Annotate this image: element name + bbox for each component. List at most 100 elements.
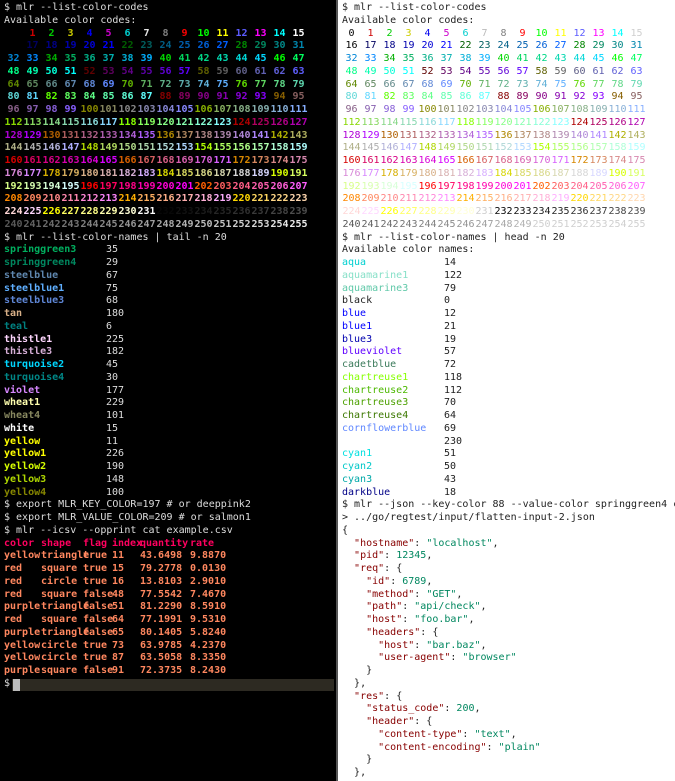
color-name-row: cadetblue 72 xyxy=(342,359,675,372)
input-line-highlight[interactable] xyxy=(12,678,334,691)
color-code-93: 93 xyxy=(254,91,267,103)
table-cell: square xyxy=(41,614,78,625)
table-cell: 91 xyxy=(112,665,125,676)
color-code-113: 113 xyxy=(23,116,42,128)
json-output: { "hostname": "localhost", "pid": 12345,… xyxy=(342,525,675,780)
color-code-43: 43 xyxy=(554,53,567,64)
color-code-237: 237 xyxy=(251,206,270,217)
color-code-38: 38 xyxy=(459,53,472,64)
color-code-194: 194 xyxy=(42,180,61,192)
color-code-192: 192 xyxy=(342,180,361,192)
color-code-28: 28 xyxy=(235,40,248,52)
color-code-226: 226 xyxy=(380,206,399,217)
color-name: chartreuse1 xyxy=(342,371,409,383)
left-terminal-pane[interactable]: $ mlr --list-color-codes Available color… xyxy=(0,0,338,781)
color-code-191: 191 xyxy=(289,167,308,179)
color-code-23: 23 xyxy=(140,40,153,52)
color-code-119: 119 xyxy=(137,116,156,128)
color-code-233: 233 xyxy=(175,206,194,217)
color-name-row: yellow2 190 xyxy=(4,461,338,474)
json-value: "plain" xyxy=(498,741,541,753)
color-code-83: 83 xyxy=(64,91,77,103)
color-code-33: 33 xyxy=(26,53,39,64)
json-line: "hostname": "localhost", xyxy=(354,537,499,549)
color-code-grid: 0 1 2 3 4 5 6 7 8 9 10 11 12 13 14 15 16 17 18 19 20 21 22 23 24… xyxy=(4,28,338,232)
color-code-16: 16 xyxy=(7,40,20,52)
color-code-209: 209 xyxy=(361,193,380,205)
table-cell: 77.5542 xyxy=(140,588,183,600)
color-code-42: 42 xyxy=(535,53,548,64)
color-code-211: 211 xyxy=(399,193,418,205)
color-code-value: 6 xyxy=(106,320,113,332)
color-code-39: 39 xyxy=(140,53,153,64)
color-code-13: 13 xyxy=(592,27,605,39)
color-code-32: 32 xyxy=(345,53,358,64)
color-code-159: 159 xyxy=(289,142,308,154)
color-name: cyan2 xyxy=(342,461,373,472)
color-code-247: 247 xyxy=(475,218,494,230)
color-code-153: 153 xyxy=(175,142,194,154)
table-cell: 4.2370 xyxy=(190,639,227,651)
color-code-value: 190 xyxy=(106,461,125,472)
color-code-96: 96 xyxy=(7,104,20,115)
table-cell: 64 xyxy=(112,614,125,625)
color-name-row: yellow1 226 xyxy=(4,448,338,461)
color-code-91: 91 xyxy=(216,91,229,103)
color-code-101: 101 xyxy=(99,104,118,115)
color-code-55: 55 xyxy=(140,65,153,77)
color-name-row: thistle1 225 xyxy=(4,334,338,347)
color-code-227: 227 xyxy=(61,206,80,217)
color-code-215: 215 xyxy=(475,193,494,205)
color-code-116: 116 xyxy=(418,116,437,128)
color-code-174: 174 xyxy=(270,155,289,166)
color-code-62: 62 xyxy=(273,65,286,77)
color-code-248: 248 xyxy=(156,218,175,230)
color-code-147: 147 xyxy=(399,142,418,154)
table-cell: square xyxy=(41,588,78,600)
color-code-185: 185 xyxy=(513,167,532,179)
color-code-183: 183 xyxy=(475,167,494,179)
prompt-line[interactable]: $ xyxy=(4,678,338,692)
color-code-136: 136 xyxy=(156,129,175,141)
color-code-130: 130 xyxy=(380,129,399,141)
json-key: "pid" xyxy=(354,550,385,562)
color-code-30: 30 xyxy=(611,40,624,52)
color-code-8: 8 xyxy=(162,27,169,39)
json-value: "localhost" xyxy=(426,537,493,549)
color-code-199: 199 xyxy=(475,180,494,192)
json-value: "browser" xyxy=(462,652,517,664)
color-code-98: 98 xyxy=(45,104,58,115)
json-key: "host" xyxy=(378,639,415,651)
color-code-33: 33 xyxy=(364,53,377,64)
color-code-value: 100 xyxy=(106,486,125,498)
color-code-23: 23 xyxy=(478,40,491,52)
color-code-188: 188 xyxy=(232,167,251,179)
color-code-234: 234 xyxy=(194,206,213,217)
table-row: purple square false 91 72.3735 8.2430 xyxy=(4,665,338,678)
color-code-38: 38 xyxy=(121,53,134,64)
command-line: $ mlr --icsv --opprint cat example.csv xyxy=(4,524,233,536)
color-code-159: 159 xyxy=(627,142,646,154)
color-code-157: 157 xyxy=(589,142,608,154)
color-code-92: 92 xyxy=(235,91,248,103)
color-code-246: 246 xyxy=(456,218,475,230)
color-code-37: 37 xyxy=(102,53,115,64)
color-code-31: 31 xyxy=(292,40,305,52)
color-code-151: 151 xyxy=(137,142,156,154)
color-name-row: wheat4 101 xyxy=(4,410,338,423)
color-code-181: 181 xyxy=(99,167,118,179)
color-code-203: 203 xyxy=(213,180,232,192)
color-code-142: 142 xyxy=(608,129,627,141)
color-code-58: 58 xyxy=(535,65,548,77)
table-cell: red xyxy=(4,588,23,600)
table-row: yellow circle true 87 63.5058 8.3350 xyxy=(4,652,338,665)
color-code-203: 203 xyxy=(551,180,570,192)
table-cell: 0.0130 xyxy=(190,563,227,574)
color-code-244: 244 xyxy=(80,218,99,230)
color-code-185: 185 xyxy=(175,167,194,179)
right-terminal-pane[interactable]: $ mlr --list-color-codes Available color… xyxy=(338,0,675,781)
color-code-186: 186 xyxy=(532,167,551,179)
color-code-145: 145 xyxy=(23,142,42,154)
json-value: 6789 xyxy=(402,575,427,587)
color-code-165: 165 xyxy=(437,155,456,166)
